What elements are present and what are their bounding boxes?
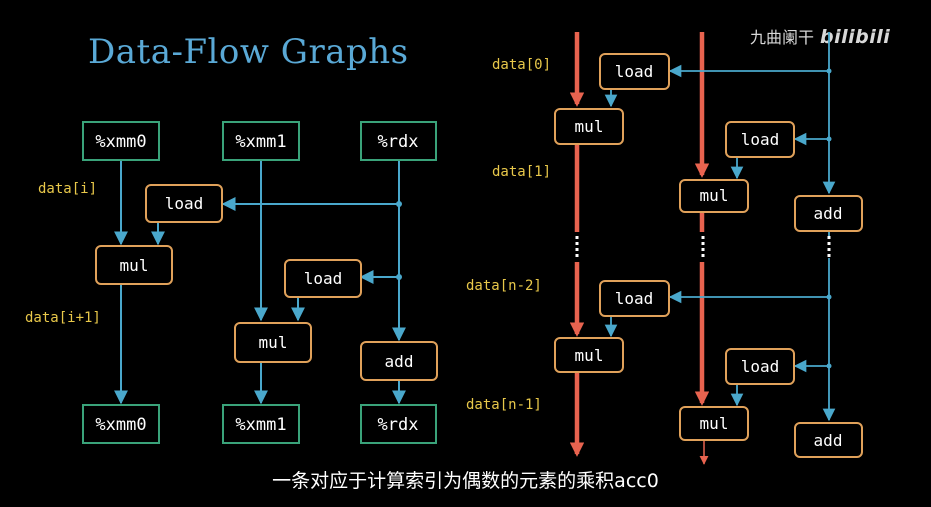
data-label: data[n-1] <box>466 397 542 413</box>
op-load-1: load <box>599 53 670 90</box>
data-label: data[0] <box>492 57 551 73</box>
register-input-xmm1: %xmm1 <box>222 121 300 161</box>
op-label: add <box>814 431 843 450</box>
data-label: data[i] <box>38 181 97 197</box>
continuation-dots <box>575 236 831 258</box>
op-label: mul <box>259 333 288 352</box>
data-label: data[n-2] <box>466 278 542 294</box>
op-mul-1: mul <box>554 108 624 145</box>
op-label: mul <box>120 256 149 275</box>
junction-dot <box>826 136 832 142</box>
op-mul-4: mul <box>679 406 749 441</box>
op-add-2: add <box>794 422 863 458</box>
op-label: load <box>615 62 654 81</box>
data-label: data[1] <box>492 164 551 180</box>
register-label: %xmm0 <box>95 132 146 152</box>
critical-paths <box>569 32 710 457</box>
register-input-xmm0: %xmm0 <box>82 121 160 161</box>
op-mul-3: mul <box>554 337 624 373</box>
register-label: %xmm0 <box>95 415 146 435</box>
junction-dot <box>396 201 402 207</box>
junction-dot <box>396 274 402 280</box>
data-label: data[i+1] <box>25 310 101 326</box>
op-add: add <box>360 341 438 381</box>
op-label: mul <box>700 414 729 433</box>
op-load-2: load <box>725 121 795 158</box>
op-add-1: add <box>794 195 863 232</box>
right-graph: load mul load mul add load mul load mul … <box>466 32 863 465</box>
slide: Data-Flow Graphs 九曲阑干 bilibili %xmm0 %xm… <box>0 0 931 507</box>
op-label: load <box>741 130 780 149</box>
op-label: load <box>615 289 654 308</box>
op-mul-a: mul <box>95 245 173 285</box>
register-label: %rdx <box>378 415 419 435</box>
register-label: %rdx <box>378 132 419 152</box>
junction-dot <box>826 294 832 300</box>
op-label: mul <box>575 117 604 136</box>
op-mul-b: mul <box>234 322 312 363</box>
op-label: add <box>385 352 414 371</box>
video-subtitle: 一条对应于计算索引为偶数的元素的乘积acc0 <box>272 470 659 492</box>
left-graph: %xmm0 %xmm1 %rdx load mul load mul add %… <box>25 121 438 444</box>
register-output-xmm0: %xmm0 <box>82 404 160 444</box>
op-label: mul <box>700 186 729 205</box>
junction-dot <box>826 363 832 369</box>
op-label: load <box>304 269 343 288</box>
op-load-4: load <box>725 348 795 385</box>
data-flow-diagram: %xmm0 %xmm1 %rdx load mul load mul add %… <box>25 32 863 465</box>
op-mul-2: mul <box>679 179 749 213</box>
register-output-rdx: %rdx <box>360 404 437 444</box>
op-label: load <box>165 194 204 213</box>
op-load-3: load <box>599 280 670 317</box>
register-input-rdx: %rdx <box>360 121 437 161</box>
register-label: %xmm1 <box>235 415 286 435</box>
op-label: load <box>741 357 780 376</box>
junction-dot <box>826 68 832 74</box>
op-load-b: load <box>284 259 362 298</box>
op-label: mul <box>575 346 604 365</box>
op-label: add <box>814 204 843 223</box>
op-load-a: load <box>145 184 223 223</box>
register-output-xmm1: %xmm1 <box>222 404 300 444</box>
register-label: %xmm1 <box>235 132 286 152</box>
